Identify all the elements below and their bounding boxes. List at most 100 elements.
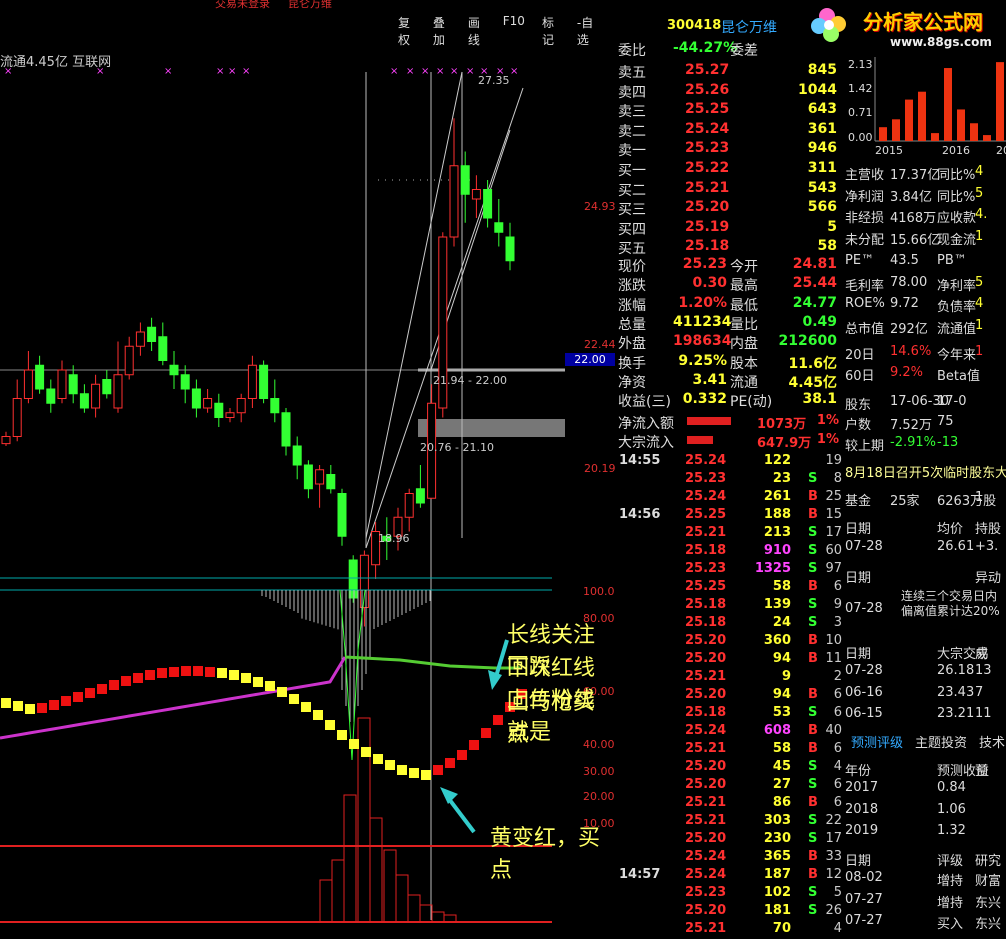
signal-square <box>289 694 299 704</box>
trade-header-cell: 日期 <box>845 522 872 537</box>
marker-x: × <box>436 66 444 77</box>
stat-row: 涨幅 1.20% 最低 24.77 <box>615 295 845 314</box>
bid-row[interactable]: 买三 25.20 566 <box>615 199 845 218</box>
tick-count: 9 <box>833 597 842 612</box>
tick-count: 6 <box>833 777 842 792</box>
block-row-cell: 7 <box>975 684 984 700</box>
stat-label-2: 最低 <box>730 297 758 314</box>
tick-volume: 188 <box>763 507 791 522</box>
tick-price: 25.21 <box>685 795 727 810</box>
tick-count: 25 <box>825 489 842 504</box>
tick-price: 25.21 <box>685 669 727 684</box>
signal-square <box>469 740 479 750</box>
signal-square <box>73 692 83 702</box>
signal-square <box>349 739 359 749</box>
zone-label-2: 20.76 - 21.10 <box>420 441 494 454</box>
bid-label: 买三 <box>618 202 646 218</box>
bid-label: 买五 <box>618 241 646 257</box>
ask-row[interactable]: 卖一 25.23 946 <box>615 140 845 159</box>
tick-price: 25.21 <box>685 813 727 828</box>
holder-row-cell: -13 <box>937 435 959 450</box>
tick-price: 25.20 <box>685 777 727 792</box>
kline-chart-area[interactable]: 交易未登录 昆仑万维 复权 叠加 画线 F10 标记 -自选 流通4.45亿 互… <box>0 0 616 935</box>
marker-x: × <box>406 66 414 77</box>
tick-count: 97 <box>825 561 842 576</box>
stat-row: 收益(三) 0.332 PE(动) 38.1 <box>615 391 845 410</box>
perf-row-cell: 60日 <box>845 369 875 384</box>
mini-y-4: 0.00 <box>848 131 873 144</box>
stock-name[interactable]: 昆仑万维 <box>721 17 777 37</box>
bid-row[interactable]: 买二 25.21 543 <box>615 180 845 199</box>
tick-side: S <box>808 705 818 720</box>
forecast-row-cell: 1.06 <box>937 801 966 817</box>
fin-row-cell: 主营收 <box>845 168 885 183</box>
tick-time: 14:55 <box>619 453 661 468</box>
bid-row[interactable]: 买四 25.19 5 <box>615 219 845 238</box>
marker-x: × <box>96 66 104 77</box>
block-row-cell: 11 <box>975 706 992 721</box>
fin-row-cell: 4. <box>975 207 988 222</box>
fin-row-cell: 应收款 <box>937 211 977 226</box>
bid-price: 25.18 <box>685 238 730 254</box>
volume-bar <box>319 879 333 923</box>
bid-label: 买一 <box>618 163 646 179</box>
candle-up <box>236 398 246 414</box>
zone-label-1: 21.94 - 22.00 <box>433 374 507 387</box>
rating-row-cell: 买入 <box>937 917 964 932</box>
tick-volume: 102 <box>763 885 791 900</box>
ratio-row-cell: 毛利率 <box>845 278 885 294</box>
notice-row[interactable]: 8月18日召开5次临时股东大 <box>845 462 1006 481</box>
holder-row-cell: 股东 <box>845 398 872 413</box>
tick-row: 25.25 58 B 6 <box>615 579 845 597</box>
tick-side: S <box>808 543 818 558</box>
tick-count: 11 <box>825 651 842 666</box>
holder-row-cell: 较上期 <box>845 439 885 454</box>
tick-row: 25.20 27 S 6 <box>615 777 845 795</box>
tick-price: 25.23 <box>685 885 727 900</box>
block-header-cell: 日期 <box>845 647 872 662</box>
ask-row[interactable]: 卖三 25.25 643 <box>615 101 845 120</box>
signal-square <box>397 765 407 775</box>
bid-row[interactable]: 买一 25.22 311 <box>615 160 845 179</box>
stat-value: 25.23 <box>682 256 727 272</box>
forecast-tab[interactable]: 预测评级 <box>851 732 903 751</box>
perf-row-cell: 9.2% <box>890 365 924 380</box>
forecast-row-cell: 1.32 <box>937 823 966 838</box>
fin-row-cell: 3.84亿 <box>890 189 932 205</box>
tick-side: B <box>808 687 818 702</box>
tick-side: S <box>808 561 818 576</box>
tick-side: S <box>808 831 818 846</box>
forecast-tab[interactable]: 技术 <box>979 732 1005 751</box>
fund-row-cell: 1 <box>975 490 984 505</box>
tick-row: 25.21 213 S 17 <box>615 525 845 543</box>
ask-row[interactable]: 卖五 25.27 845 <box>615 62 845 81</box>
signal-square <box>133 673 143 683</box>
forecast-row-cell: 2017 <box>845 780 879 795</box>
ask-row[interactable]: 卖二 25.24 361 <box>615 121 845 140</box>
green-long-line <box>344 655 520 670</box>
tick-count: 10 <box>825 633 842 648</box>
fin-row-cell: 非经损 <box>845 211 885 226</box>
signal-markers: × × × × × × × × × × × × × × × <box>4 66 518 77</box>
candle-up <box>1 436 11 445</box>
stat-row: 涨跌 0.30 最高 25.44 <box>615 275 845 294</box>
tick-price: 25.24 <box>685 723 727 738</box>
stat-value: 9.25% <box>678 352 727 369</box>
stat-label-2: 流通 <box>730 374 758 391</box>
tick-row: 25.18 53 S 6 <box>615 705 845 723</box>
block-row-cell: 06-16 <box>845 684 883 700</box>
tick-side: S <box>808 885 818 900</box>
bid-row[interactable]: 买五 25.18 58 <box>615 238 845 257</box>
bid-label: 买二 <box>618 182 646 199</box>
tick-count: 15 <box>825 507 842 522</box>
forecast-tab[interactable]: 主题投资 <box>915 732 967 751</box>
candle-up <box>315 469 325 485</box>
tick-volume: 1325 <box>754 561 791 576</box>
marker-x: × <box>242 66 250 77</box>
ask-row[interactable]: 卖四 25.26 1044 <box>615 82 845 101</box>
tick-time: 14:57 <box>619 867 661 882</box>
tick-volume: 181 <box>763 903 791 918</box>
candle-up <box>91 383 101 409</box>
tick-time: 14:56 <box>619 507 661 522</box>
ratio-row-cell: 流通值 <box>937 321 977 337</box>
